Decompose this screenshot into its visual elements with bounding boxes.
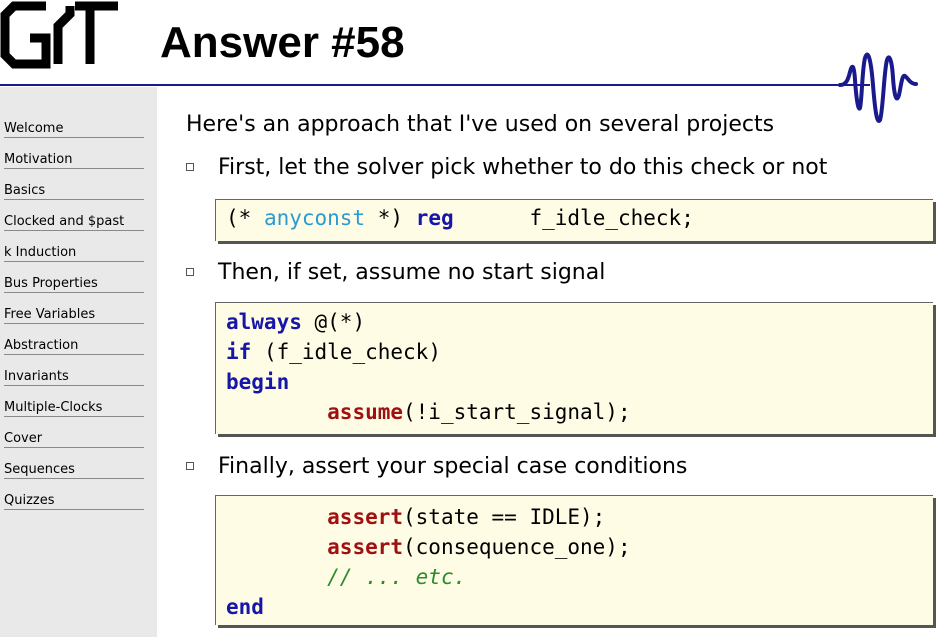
gt-logo (0, 1, 118, 69)
nav-item-basics[interactable]: Basics (4, 179, 144, 200)
code-attribute: anyconst (263, 206, 366, 230)
code-sv-keyword: assume (327, 400, 404, 424)
nav-item-motivation[interactable]: Motivation (4, 148, 144, 169)
bullet-text: Finally, assert your special case condit… (218, 454, 688, 479)
code-argument: (!i_start_signal); (403, 400, 631, 424)
bullet-square-icon (186, 268, 194, 276)
code-argument: (consequence_one); (403, 535, 631, 559)
nav-item-cover[interactable]: Cover (4, 427, 144, 448)
code-keyword: if (226, 340, 252, 364)
code-keyword: end (226, 595, 264, 619)
code-argument: (state == IDLE); (403, 505, 606, 529)
nav-item-welcome[interactable]: Welcome (4, 117, 144, 138)
nav-item-invariants[interactable]: Invariants (4, 365, 144, 386)
nav-item-quizzes[interactable]: Quizzes (4, 489, 144, 510)
nav-item-k-induction[interactable]: k Induction (4, 241, 144, 262)
nav-item-sequences[interactable]: Sequences (4, 458, 144, 479)
code-comment-open: (* (226, 206, 264, 230)
nav-item-clocked[interactable]: Clocked and $past (4, 210, 144, 231)
page-title: Answer #58 (160, 18, 405, 67)
nav-item-bus-properties[interactable]: Bus Properties (4, 272, 144, 293)
code-comment-close: *) (365, 206, 404, 230)
code-sv-keyword: assert (327, 535, 404, 559)
bullet-square-icon (186, 163, 194, 171)
code-keyword: begin (226, 370, 290, 394)
code-keyword: reg (415, 206, 454, 230)
waveform-logo (838, 52, 918, 123)
code-sensitivity: @(*) (314, 310, 366, 334)
sidebar: Welcome Motivation Basics Clocked and $p… (0, 87, 157, 637)
bullet-text: Then, if set, assume no start signal (218, 260, 606, 285)
nav-item-abstraction[interactable]: Abstraction (4, 334, 144, 355)
code-keyword: always (226, 310, 302, 334)
title-rule (0, 84, 870, 86)
code-condition: (f_idle_check) (263, 340, 441, 364)
bullet-square-icon (186, 462, 194, 470)
code-comment: // ... etc. (327, 565, 467, 589)
code-sv-keyword: assert (327, 505, 404, 529)
bullet-item: Then, if set, assume no start signal (186, 258, 605, 288)
intro-text: Here's an approach that I've used on sev… (186, 112, 775, 137)
bullet-item: First, let the solver pick whether to do… (186, 153, 827, 183)
code-block-assert: assert(state == IDLE); assert(consequenc… (215, 495, 933, 625)
nav-item-multiple-clocks[interactable]: Multiple-Clocks (4, 396, 144, 417)
code-block-assume: always @(*) if (f_idle_check) begin assu… (215, 302, 933, 434)
code-block-declaration: (* anyconst *) reg f_idle_check; (215, 199, 933, 241)
sidebar-nav: Welcome Motivation Basics Clocked and $p… (4, 117, 144, 520)
nav-item-free-variables[interactable]: Free Variables (4, 303, 144, 324)
code-identifier: f_idle_check; (529, 206, 694, 230)
bullet-text: First, let the solver pick whether to do… (218, 155, 828, 180)
bullet-item: Finally, assert your special case condit… (186, 452, 687, 482)
